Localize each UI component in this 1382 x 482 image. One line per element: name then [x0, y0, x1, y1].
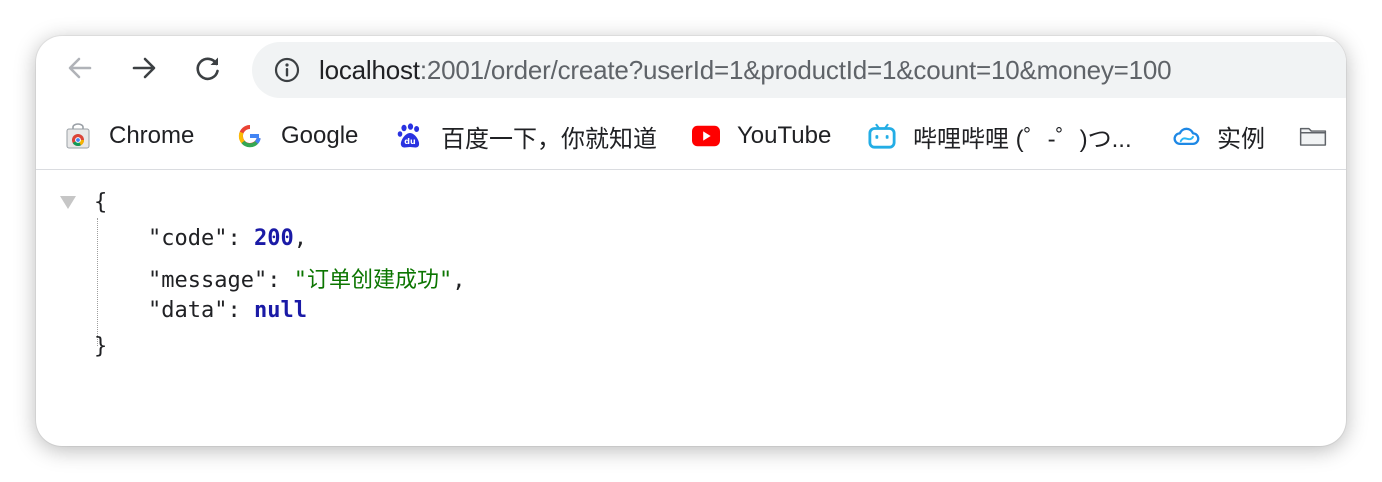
url-host: localhost [319, 54, 420, 85]
json-trail: , [452, 268, 466, 293]
cloud-icon [1172, 122, 1200, 150]
indent-guide [97, 218, 98, 346]
json-key: "message" [148, 268, 268, 293]
reload-icon [194, 54, 222, 87]
back-button[interactable] [60, 50, 100, 90]
url-path: :2001/order/create?userId=1&productId=1&… [419, 54, 1172, 85]
bookmark-label: 百度一下，你就知道 [441, 125, 657, 153]
bookmark-bilibili[interactable]: 哔哩哔哩 (゜-゜)つ... [868, 114, 1132, 158]
json-value: 200 [253, 226, 294, 251]
arrow-right-icon [130, 54, 158, 87]
json-value: "订单创建成功" [293, 268, 453, 293]
json-trail: , [293, 226, 307, 251]
json-entry-message: "message": "订单创建成功", [148, 262, 465, 294]
bookmark-chrome[interactable]: Chrome [64, 114, 194, 158]
json-separator: : [227, 226, 254, 251]
svg-text:du: du [404, 137, 416, 146]
address-bar[interactable]: localhost:2001/order/create?userId=1&pro… [252, 42, 1346, 98]
json-viewer: { "code": 200, "message": "订单创建成功", "dat… [36, 170, 1346, 446]
browser-window: localhost:2001/order/create?userId=1&pro… [36, 36, 1346, 446]
bookmark-label: Chrome [109, 122, 195, 149]
browser-toolbar: localhost:2001/order/create?userId=1&pro… [36, 36, 1346, 104]
bookmark-youtube[interactable]: YouTube [692, 114, 831, 158]
bookmark-baidu[interactable]: du 百度一下，你就知道 [396, 114, 657, 158]
youtube-icon [692, 122, 720, 150]
bookmark-label: 实例 [1217, 125, 1265, 153]
json-key: "data" [148, 298, 228, 323]
json-entry-code: "code": 200, [148, 226, 307, 251]
open-brace: { [94, 190, 108, 215]
baidu-icon: du [396, 122, 424, 150]
bookmark-google[interactable]: Google [236, 114, 358, 158]
google-icon [236, 122, 264, 150]
bookmark-label: 哔哩哔哩 (゜-゜)つ... [913, 125, 1132, 153]
json-value: null [253, 298, 307, 323]
chrome-store-icon [64, 122, 92, 150]
json-entry-data: "data": null [148, 298, 307, 323]
json-separator: : [227, 298, 254, 323]
folder-icon [1299, 122, 1327, 150]
bilibili-icon [868, 122, 896, 150]
info-icon[interactable] [274, 57, 300, 83]
url-text[interactable]: localhost:2001/order/create?userId=1&pro… [319, 54, 1172, 86]
collapse-toggle-icon[interactable] [60, 196, 76, 209]
bookmark-label: Google [281, 122, 359, 149]
reload-button[interactable] [188, 50, 228, 90]
json-key: "code" [148, 226, 228, 251]
close-brace: } [94, 334, 108, 359]
arrow-left-icon [66, 54, 94, 87]
bookmark-shili[interactable]: 实例 [1172, 114, 1265, 158]
bookmark-label: YouTube [737, 122, 832, 149]
forward-button[interactable] [124, 50, 164, 90]
bookmarks-bar: Chrome Google du 百度一下，你就知道 YouTube 哔哩哔哩 … [36, 114, 1346, 158]
bookmark-folder[interactable] [1299, 114, 1344, 158]
json-separator: : [267, 268, 294, 293]
